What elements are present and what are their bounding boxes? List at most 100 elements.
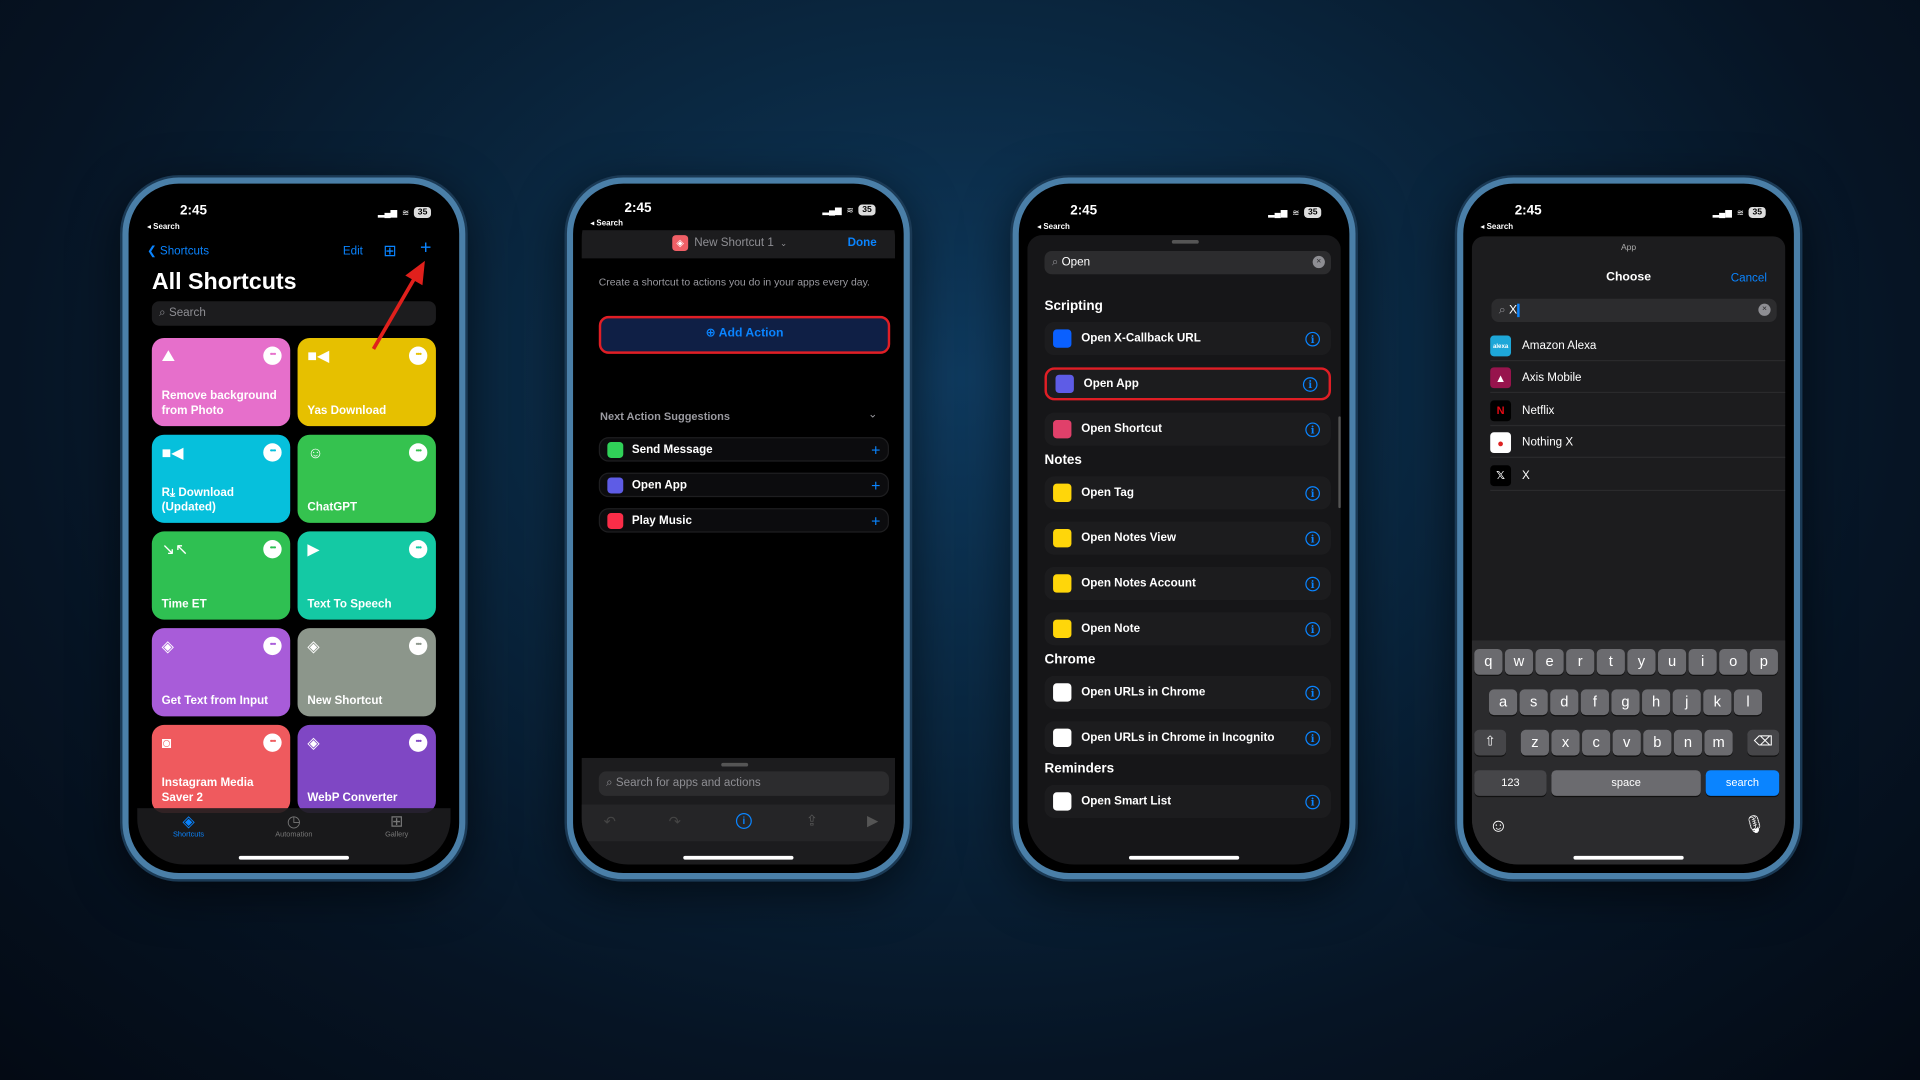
action-row[interactable]: Open Shortcut i	[1044, 412, 1332, 446]
info-icon[interactable]: i	[1305, 621, 1321, 637]
scrollbar[interactable]	[1338, 416, 1341, 509]
key-c[interactable]: c	[1582, 729, 1611, 756]
key-j[interactable]: j	[1672, 689, 1701, 716]
redo-icon[interactable]: ↷	[669, 813, 681, 830]
back-to-search[interactable]: ◂ Search	[1480, 222, 1513, 232]
shortcut-tile[interactable]: ▶ ••• Text To Speech	[297, 531, 436, 620]
key-w[interactable]: w	[1504, 648, 1534, 675]
info-icon[interactable]: i	[1305, 730, 1321, 746]
shortcut-tile[interactable]: ⛰ ••• Remove background from Photo	[151, 337, 291, 427]
key-x[interactable]: x	[1551, 729, 1580, 756]
info-icon[interactable]: i	[1305, 530, 1321, 546]
key-q[interactable]: q	[1474, 648, 1503, 675]
suggestion-row[interactable]: Open App +	[598, 472, 889, 498]
key-p[interactable]: p	[1749, 648, 1778, 675]
key-i[interactable]: i	[1688, 648, 1717, 675]
done-button[interactable]: Done	[848, 236, 877, 249]
info-icon[interactable]: i	[1305, 794, 1321, 809]
action-row[interactable]: Open Notes View i	[1044, 521, 1332, 555]
numbers-key[interactable]: 123	[1474, 770, 1547, 796]
shortcut-tile[interactable]: ◈ ••• WebP Converter	[297, 724, 436, 814]
back-shortcuts-button[interactable]: ❮ Shortcuts	[147, 245, 209, 258]
emoji-icon[interactable]: ☺	[1489, 816, 1508, 837]
key-s[interactable]: s	[1519, 689, 1548, 716]
shift-key[interactable]: ⇧	[1474, 729, 1507, 756]
key-r[interactable]: r	[1566, 648, 1595, 675]
search-key[interactable]: search	[1705, 770, 1780, 796]
add-action-button[interactable]: ⊕ Add Action	[598, 315, 891, 354]
action-row[interactable]: Open URLs in Chrome in Incognito i	[1044, 721, 1332, 755]
key-t[interactable]: t	[1596, 648, 1625, 675]
more-options-icon[interactable]: •••	[263, 540, 282, 559]
key-u[interactable]: u	[1657, 648, 1687, 675]
app-row[interactable]: ● Nothing X	[1490, 429, 1786, 459]
action-row[interactable]: Open Tag i	[1044, 476, 1332, 510]
drag-handle[interactable]	[1171, 240, 1199, 244]
info-icon[interactable]: i	[1305, 685, 1321, 700]
key-z[interactable]: z	[1520, 729, 1549, 756]
key-b[interactable]: b	[1643, 729, 1672, 756]
share-icon[interactable]: ⇪	[806, 812, 818, 829]
play-icon[interactable]: ▶	[867, 812, 878, 829]
shortcut-tile[interactable]: ◈ ••• Get Text from Input	[151, 628, 291, 717]
action-row[interactable]: Open Smart List i	[1044, 784, 1332, 818]
add-plus-icon[interactable]: +	[871, 511, 880, 529]
shortcut-tile[interactable]: ◙ ••• Instagram Media Saver 2	[151, 724, 291, 814]
key-a[interactable]: a	[1488, 689, 1518, 716]
key-o[interactable]: o	[1719, 648, 1748, 675]
key-d[interactable]: d	[1550, 689, 1579, 716]
key-v[interactable]: v	[1612, 729, 1641, 756]
action-search-input[interactable]: ⌕ Search for apps and actions	[598, 771, 889, 796]
more-options-icon[interactable]: •••	[263, 443, 282, 462]
more-options-icon[interactable]: •••	[408, 540, 428, 559]
shortcut-tile[interactable]: ↘↖ ••• Time ET	[151, 531, 291, 620]
add-plus-icon[interactable]: +	[871, 440, 880, 458]
shortcut-tile[interactable]: ◈ ••• New Shortcut	[297, 628, 436, 717]
more-options-icon[interactable]: •••	[408, 443, 428, 462]
key-h[interactable]: h	[1642, 689, 1671, 716]
back-to-search[interactable]: ◂ Search	[590, 218, 623, 228]
app-row[interactable]: N Netflix	[1490, 396, 1786, 426]
collapse-chevron-icon[interactable]: ⌄	[868, 408, 877, 421]
app-row[interactable]: 𝕏X	[1490, 461, 1786, 491]
app-row[interactable]: alexa Amazon Alexa	[1490, 332, 1786, 362]
cancel-button[interactable]: Cancel	[1731, 272, 1767, 285]
shortcut-tile[interactable]: ■◀ ••• R⤓ Download (Updated)	[151, 434, 291, 523]
info-icon[interactable]: i	[1305, 331, 1321, 346]
tab-automation[interactable]: ◷ Automation	[264, 812, 323, 839]
more-options-icon[interactable]: •••	[263, 636, 282, 656]
action-row[interactable]: Open URLs in Chrome i	[1044, 675, 1332, 709]
more-options-icon[interactable]: •••	[263, 733, 282, 752]
shortcut-name-menu[interactable]: ◈ New Shortcut 1 ⌄	[672, 235, 787, 252]
undo-icon[interactable]: ↶	[604, 813, 616, 830]
key-e[interactable]: e	[1535, 648, 1564, 675]
back-to-search[interactable]: ◂ Search	[1037, 222, 1070, 232]
key-k[interactable]: k	[1703, 689, 1732, 716]
key-n[interactable]: n	[1673, 729, 1703, 756]
action-search-input[interactable]: ⌕ Open ×	[1044, 251, 1332, 275]
more-options-icon[interactable]: •••	[263, 346, 282, 365]
key-y[interactable]: y	[1627, 648, 1656, 675]
key-g[interactable]: g	[1611, 689, 1640, 716]
suggestion-row[interactable]: Send Message +	[598, 437, 889, 462]
action-row[interactable]: Open Note i	[1044, 612, 1332, 646]
info-icon[interactable]: i	[1302, 376, 1318, 392]
add-plus-icon[interactable]: +	[871, 476, 880, 494]
more-options-icon[interactable]: •••	[408, 636, 428, 656]
info-icon[interactable]: i	[1305, 485, 1321, 501]
space-key[interactable]: space	[1551, 770, 1701, 796]
info-icon[interactable]: i	[735, 813, 752, 829]
action-row[interactable]: Open X-Callback URL i	[1044, 322, 1332, 356]
microphone-icon[interactable]: 🎙	[1744, 814, 1766, 835]
app-search-input[interactable]: ⌕ X ×	[1491, 298, 1777, 323]
delete-key[interactable]: ⌫	[1747, 729, 1780, 756]
info-icon[interactable]: i	[1305, 576, 1321, 591]
back-to-search[interactable]: ◂ Search	[147, 222, 180, 232]
tab-shortcuts[interactable]: ◈ Shortcuts	[164, 812, 213, 839]
key-l[interactable]: l	[1733, 689, 1763, 716]
key-f[interactable]: f	[1580, 689, 1609, 716]
more-options-icon[interactable]: •••	[408, 733, 428, 752]
action-row[interactable]: Open Notes Account i	[1044, 566, 1332, 601]
app-row[interactable]: ▲ Axis Mobile	[1490, 364, 1786, 394]
info-icon[interactable]: i	[1305, 421, 1321, 437]
